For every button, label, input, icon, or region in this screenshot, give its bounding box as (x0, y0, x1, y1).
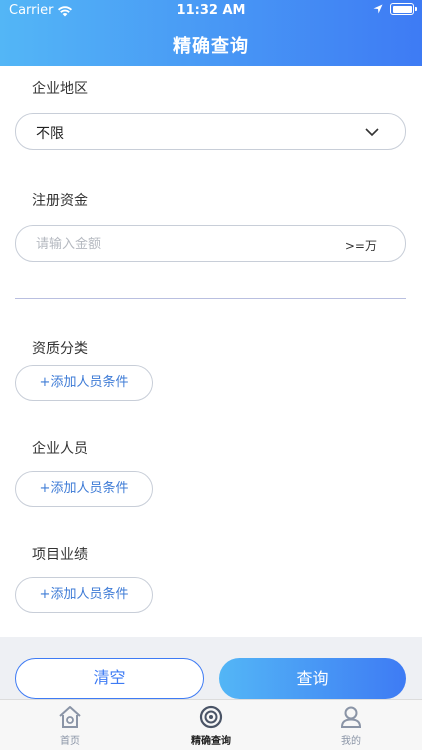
search-target-icon (199, 705, 223, 729)
query-button[interactable]: 查询 (219, 658, 406, 699)
add-personnel-button[interactable]: +添加人员条件 (15, 471, 153, 507)
tab-mine[interactable]: 我的 (306, 704, 396, 747)
tab-bar: 首页 精确查询 我的 (0, 699, 422, 750)
region-value: 不限 (36, 126, 64, 142)
capital-field: >=万 (15, 225, 406, 262)
location-arrow-icon (373, 4, 383, 14)
home-icon (59, 706, 81, 728)
region-select[interactable]: 不限 (15, 113, 406, 150)
add-qualification-button[interactable]: +添加人员条件 (15, 365, 153, 401)
performance-label: 项目业绩 (32, 547, 88, 563)
capital-input[interactable] (36, 234, 336, 254)
page-title: 精确查询 (173, 36, 249, 57)
top-bar: Carrier 11:32 AM 精确查询 (0, 0, 422, 66)
divider (15, 298, 406, 299)
chevron-down-icon (365, 128, 379, 137)
personnel-label: 企业人员 (32, 441, 88, 457)
add-performance-button[interactable]: +添加人员条件 (15, 577, 153, 613)
status-time: 11:32 AM (176, 3, 246, 18)
tab-mine-label: 我的 (341, 736, 361, 747)
tab-home[interactable]: 首页 (25, 704, 115, 747)
battery-icon (390, 3, 417, 15)
person-icon (340, 706, 362, 728)
qualification-label: 资质分类 (32, 341, 88, 357)
region-label: 企业地区 (32, 81, 88, 97)
status-bar: Carrier 11:32 AM (0, 0, 422, 22)
capital-label: 注册资金 (32, 193, 88, 209)
tab-precise-search[interactable]: 精确查询 (166, 704, 256, 747)
tab-precise-search-label: 精确查询 (191, 736, 231, 747)
tab-home-label: 首页 (60, 736, 80, 747)
capital-unit: >=万 (344, 239, 377, 253)
clear-button[interactable]: 清空 (15, 658, 204, 699)
